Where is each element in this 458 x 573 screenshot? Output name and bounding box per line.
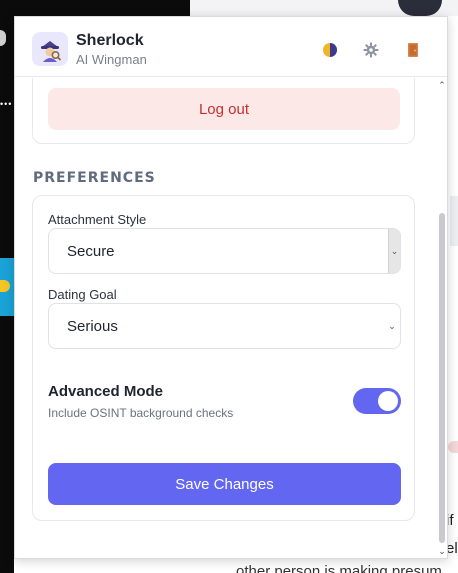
preferences-heading: PREFERENCES	[33, 170, 156, 186]
app-subtitle: AI Wingman	[76, 52, 147, 67]
detective-logo-icon	[32, 32, 68, 66]
attachment-style-label: Attachment Style	[48, 212, 147, 227]
scrollbar[interactable]: ⌃ ⌄	[437, 78, 447, 558]
theme-toggle-icon[interactable]	[321, 41, 339, 59]
extension-popup: Sherlock AI Wingman Log out PREFERENCES …	[14, 16, 448, 559]
door-icon[interactable]	[404, 41, 422, 59]
background-page-top-bar	[14, 0, 190, 16]
scroll-up-arrow-icon[interactable]: ⌃	[437, 80, 447, 90]
background-text: other person is making presum	[236, 563, 442, 573]
attachment-style-select[interactable]: Secure ⌄	[48, 228, 401, 274]
chevron-down-icon: ⌄	[388, 229, 400, 273]
preferences-card: Attachment Style Secure ⌄ Dating Goal Se…	[32, 195, 415, 521]
chevron-down-icon: ⌄	[388, 320, 396, 331]
scrollbar-thumb[interactable]	[439, 213, 445, 543]
account-card: Log out	[32, 78, 415, 144]
save-changes-button[interactable]: Save Changes	[48, 463, 401, 505]
background-page-thumbnail	[0, 258, 14, 316]
attachment-style-value: Secure	[67, 242, 115, 260]
dating-goal-label: Dating Goal	[48, 287, 117, 302]
logout-button[interactable]: Log out	[48, 88, 400, 130]
advanced-mode-description: Include OSINT background checks	[48, 406, 234, 420]
gear-icon[interactable]	[362, 41, 380, 59]
toggle-knob	[378, 391, 398, 411]
scroll-down-arrow-icon[interactable]: ⌄	[437, 546, 447, 556]
advanced-mode-toggle[interactable]	[353, 388, 401, 414]
dating-goal-value: Serious	[67, 317, 118, 335]
advanced-mode-title: Advanced Mode	[48, 383, 164, 400]
background-more-dots: •••	[0, 99, 13, 109]
background-page-right	[448, 16, 458, 573]
popup-header: Sherlock AI Wingman	[15, 17, 447, 77]
popup-scroll-area[interactable]: Log out PREFERENCES Attachment Style Sec…	[15, 78, 447, 558]
dating-goal-select[interactable]: Serious ⌄	[48, 303, 401, 349]
app-title: Sherlock	[76, 32, 144, 49]
